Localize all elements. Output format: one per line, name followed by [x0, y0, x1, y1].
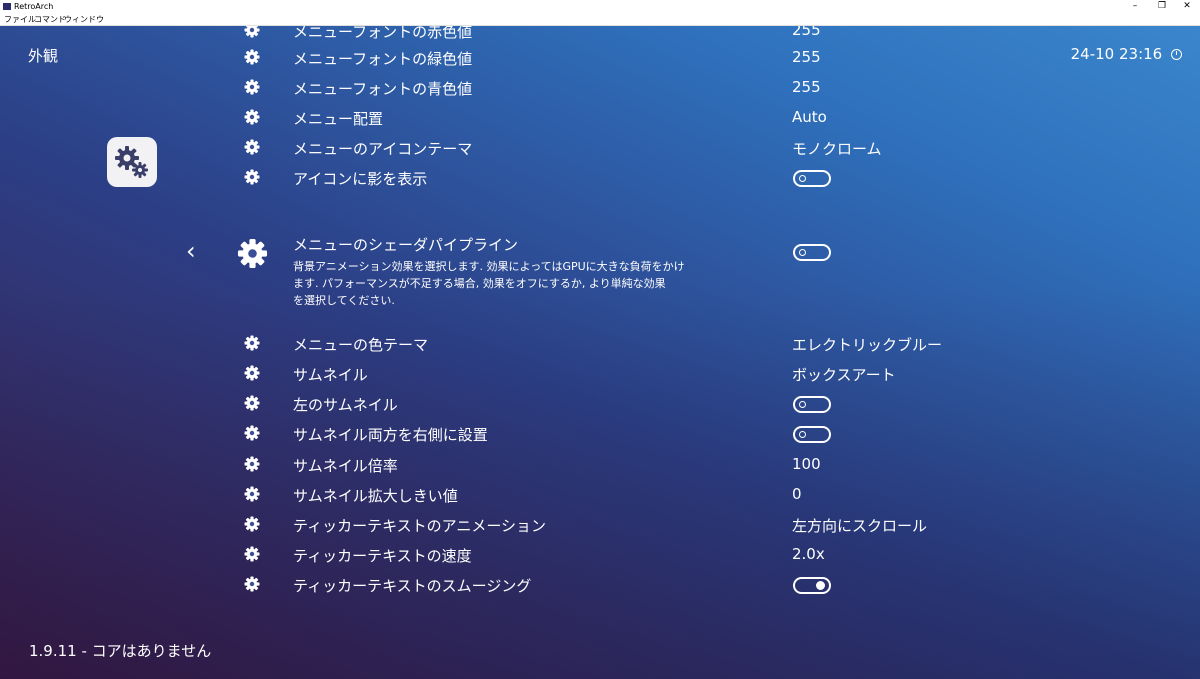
gear-icon [244, 169, 260, 185]
setting-label: メニューのアイコンテーマ [293, 140, 473, 158]
setting-label: ティッカーテキストのアニメーション [293, 517, 547, 535]
setting-value: Auto [792, 108, 827, 126]
setting-value: エレクトリックブルー [792, 336, 943, 354]
setting-label: 左のサムネイル [293, 396, 398, 414]
close-button[interactable]: ✕ [1172, 0, 1200, 13]
retroarch-app-icon [3, 3, 11, 10]
setting-row[interactable]: メニューフォントの青色値 255 [0, 72, 1200, 102]
description-line: ます. パフォーマンスが不足する場合, 効果をオフにするか, より単純な効果 [293, 277, 666, 290]
gear-icon [244, 576, 260, 592]
setting-label: アイコンに影を表示 [293, 170, 428, 188]
selected-setting-label: メニューのシェーダパイプライン [293, 236, 519, 254]
toggle-knob [799, 401, 806, 408]
menu-stage: 外観 24-10 23:16 ‹ メニューフォントの赤色値 255 メニューフォ… [0, 26, 1200, 679]
toggle-knob [799, 431, 806, 438]
setting-label: サムネイル拡大しきい値 [293, 487, 458, 505]
setting-row[interactable]: サムネイル倍率 100 [0, 449, 1200, 479]
setting-row[interactable]: ティッカーテキストのアニメーション 左方向にスクロール [0, 509, 1200, 539]
setting-row[interactable]: メニューの色テーマ エレクトリックブルー [0, 328, 1200, 358]
setting-row[interactable]: ティッカーテキストの速度 2.0x [0, 539, 1200, 569]
gear-icon [237, 238, 268, 269]
setting-value: 2.0x [792, 545, 825, 563]
setting-label: メニューフォントの緑色値 [293, 50, 473, 68]
setting-value: ボックスアート [792, 366, 896, 384]
setting-label: メニューフォントの青色値 [293, 80, 473, 98]
toggle-switch[interactable] [793, 396, 831, 413]
menu-file[interactable]: ファイル [4, 13, 36, 26]
gear-icon [244, 79, 260, 95]
selected-setting[interactable]: メニューのシェーダパイプライン 背景アニメーション効果を選択します. 効果によっ… [0, 229, 1200, 319]
toggle-switch[interactable] [793, 170, 831, 187]
setting-row[interactable]: サムネイル拡大しきい値 0 [0, 479, 1200, 509]
toggle-switch[interactable] [793, 577, 831, 594]
setting-value: 255 [792, 26, 821, 39]
window-title: RetroArch [14, 2, 54, 11]
setting-value: 左方向にスクロール [792, 517, 928, 535]
setting-label: メニューフォントの赤色値 [293, 26, 473, 41]
toggle-switch[interactable] [793, 244, 831, 261]
gear-icon [244, 425, 260, 441]
setting-row[interactable]: サムネイル両方を右側に設置 [0, 418, 1200, 448]
setting-value: 255 [792, 78, 821, 96]
gear-icon [244, 335, 260, 351]
gear-icon [244, 456, 260, 472]
gear-icon [244, 546, 260, 562]
gear-icon [244, 395, 260, 411]
setting-label: ティッカーテキストの速度 [293, 547, 472, 565]
toggle-switch[interactable] [793, 426, 831, 443]
setting-row[interactable]: メニュー配置 Auto [0, 102, 1200, 132]
setting-row[interactable]: 左のサムネイル [0, 388, 1200, 418]
setting-label: ティッカーテキストのスムージング [293, 577, 532, 595]
menu-window[interactable]: ウィンドウ [64, 13, 104, 26]
setting-value: 100 [792, 455, 821, 473]
setting-label: サムネイル両方を右側に設置 [293, 426, 488, 444]
setting-label: サムネイル [293, 366, 368, 384]
gear-icon [244, 516, 260, 532]
minimize-button[interactable]: – [1120, 0, 1150, 13]
setting-value: 0 [792, 485, 802, 503]
gear-icon [244, 365, 260, 381]
description-line: を選択してください. [293, 294, 395, 307]
setting-row[interactable]: メニューのアイコンテーマ モノクローム [0, 132, 1200, 162]
description-line: 背景アニメーション効果を選択します. 効果によってはGPUに大きな負荷をかけ [293, 260, 685, 273]
version-status: 1.9.11 - コアはありません [29, 642, 212, 660]
gear-icon [244, 139, 260, 155]
gear-icon [244, 49, 260, 65]
toggle-knob [816, 581, 825, 590]
window-titlebar: RetroArch – ❐ ✕ [0, 0, 1200, 13]
setting-value: 255 [792, 48, 821, 66]
setting-label: サムネイル倍率 [293, 457, 398, 475]
setting-value: モノクローム [792, 140, 882, 158]
toggle-knob [799, 249, 806, 256]
setting-row[interactable]: サムネイル ボックスアート [0, 358, 1200, 388]
setting-row[interactable]: ティッカーテキストのスムージング [0, 569, 1200, 599]
setting-row[interactable]: メニューフォントの緑色値 255 [0, 42, 1200, 72]
gear-icon [244, 486, 260, 502]
menu-command[interactable]: コマンド [34, 13, 66, 26]
toggle-knob [799, 175, 806, 182]
menu-bar: ファイル コマンド ウィンドウ [0, 13, 1200, 26]
gear-icon [244, 109, 260, 125]
gear-icon [244, 26, 260, 38]
setting-label: メニュー配置 [293, 110, 384, 128]
setting-row[interactable]: アイコンに影を表示 [0, 162, 1200, 192]
setting-description: 背景アニメーション効果を選択します. 効果によってはGPUに大きな負荷をかけ ま… [293, 258, 703, 309]
setting-label: メニューの色テーマ [293, 336, 429, 354]
